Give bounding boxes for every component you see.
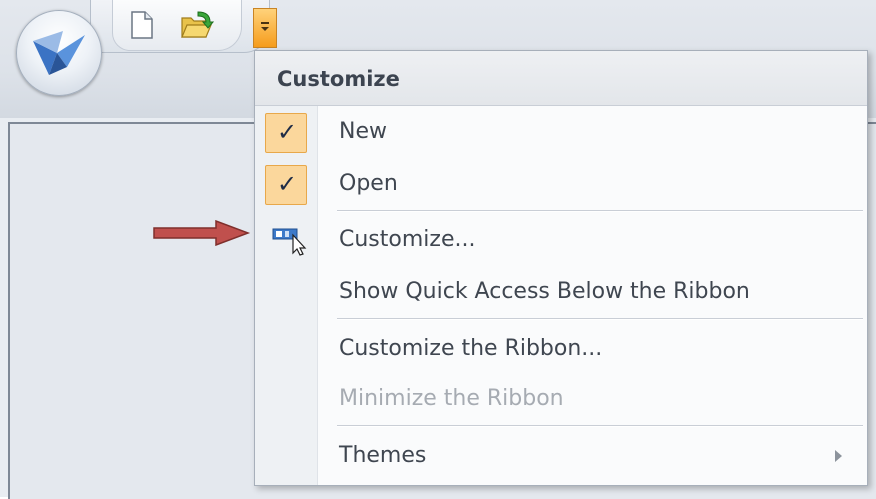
customize-qat-menu: Customize ✓ New ✓ Open Customize... Show… — [254, 50, 868, 486]
menu-separator — [337, 318, 863, 320]
menu-item-new[interactable]: ✓ New — [255, 107, 867, 157]
application-orb-button[interactable] — [16, 10, 102, 96]
chevron-right-icon — [835, 450, 842, 462]
menu-item-label: Themes — [339, 443, 427, 468]
new-document-icon — [131, 11, 153, 39]
qat-customize-dropdown[interactable] — [253, 8, 277, 48]
chevron-down-icon — [261, 22, 269, 24]
menu-item-label: Show Quick Access Below the Ribbon — [339, 279, 750, 304]
red-arrow-icon — [153, 220, 251, 246]
open-folder-icon — [181, 11, 215, 38]
qat-open-button[interactable] — [180, 10, 215, 40]
menu-item-open[interactable]: ✓ Open — [255, 159, 867, 209]
menu-item-label: Open — [339, 171, 398, 196]
menu-item-label: Customize the Ribbon... — [339, 336, 603, 361]
menu-item-show-below-ribbon[interactable]: Show Quick Access Below the Ribbon — [255, 267, 867, 317]
menu-title: Customize — [277, 67, 400, 91]
qat-new-button[interactable] — [128, 10, 156, 40]
menu-header: Customize — [255, 51, 867, 106]
menu-separator — [337, 210, 863, 212]
customize-icon — [272, 228, 307, 256]
application-orb-icon — [33, 31, 85, 75]
check-icon: ✓ — [265, 113, 307, 153]
menu-item-customize[interactable]: Customize... — [255, 215, 867, 265]
menu-item-minimize-ribbon: Minimize the Ribbon — [255, 374, 867, 424]
menu-item-label: New — [339, 119, 387, 144]
menu-item-customize-ribbon[interactable]: Customize the Ribbon... — [255, 324, 867, 374]
menu-separator — [337, 425, 863, 427]
menu-item-label: Minimize the Ribbon — [339, 386, 564, 411]
check-icon: ✓ — [265, 165, 307, 205]
menu-item-label: Customize... — [339, 227, 476, 252]
menu-item-themes[interactable]: Themes — [255, 431, 867, 481]
